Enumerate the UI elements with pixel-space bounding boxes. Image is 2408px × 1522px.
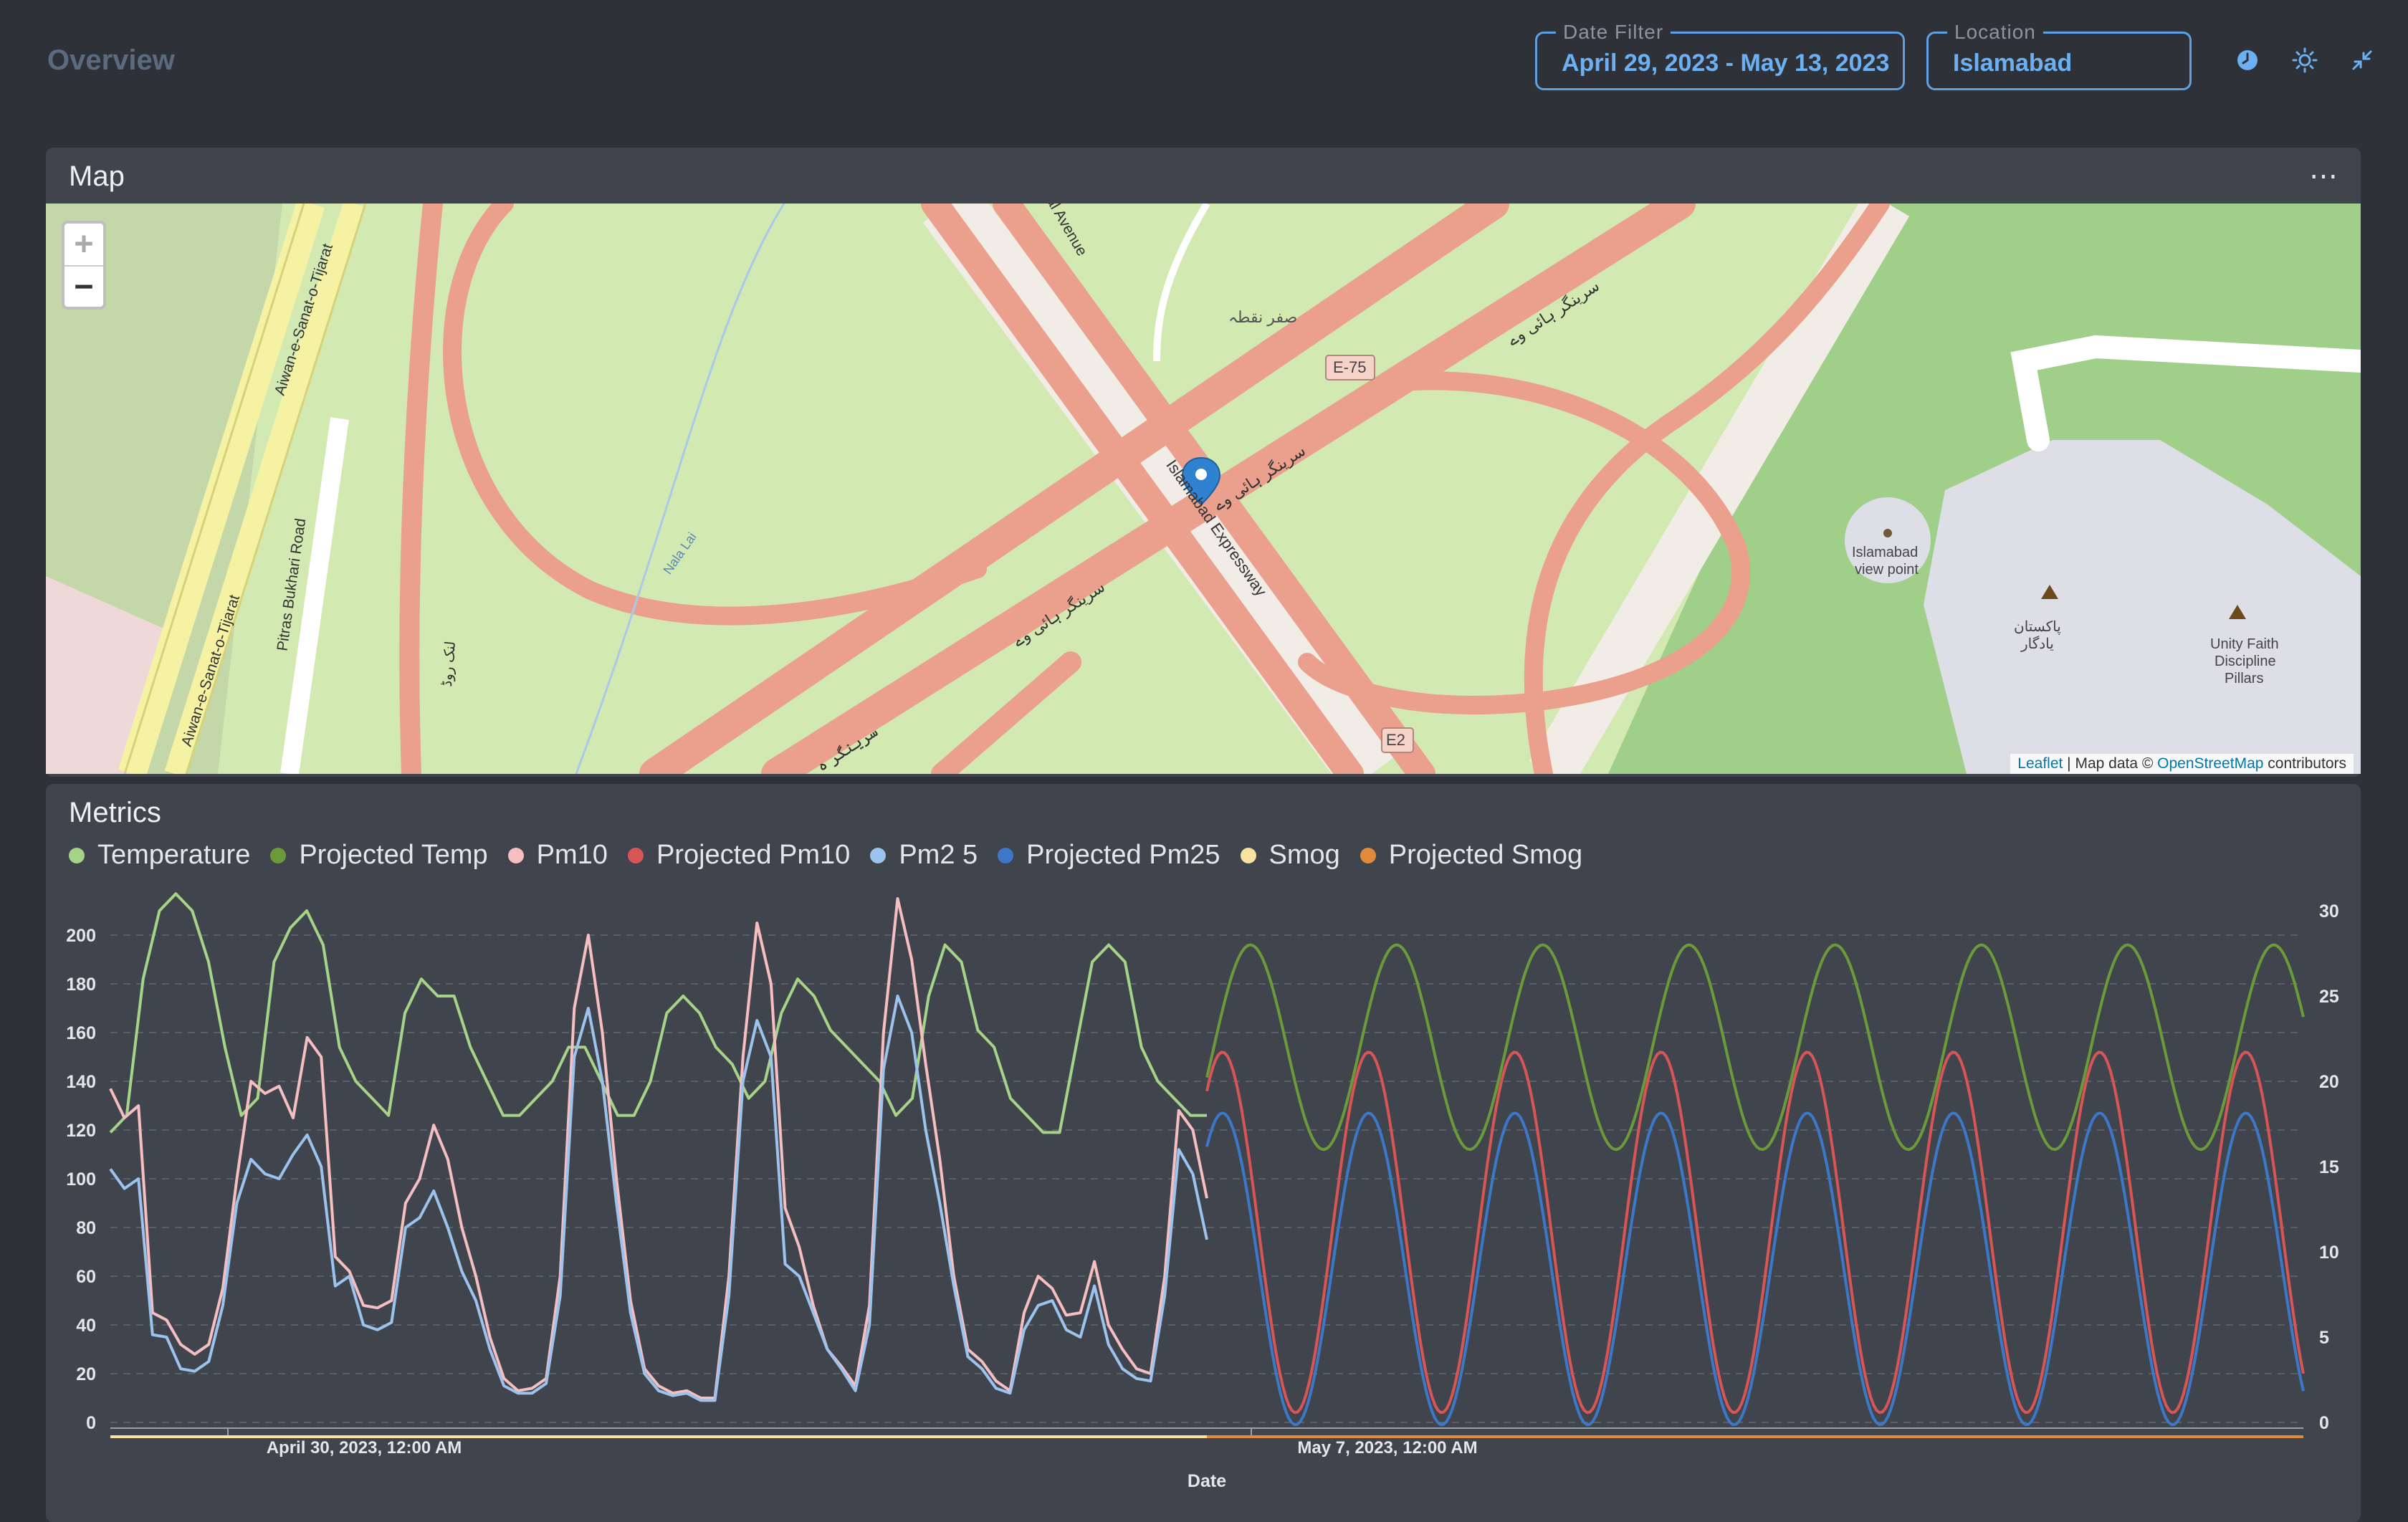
series-projected-temp	[1205, 943, 2305, 1152]
series-pm25	[109, 995, 1208, 1402]
legend-item-pm10[interactable]: Pm10	[507, 840, 608, 871]
zoom-in-button[interactable]: +	[64, 224, 103, 267]
legend-dot	[1240, 847, 1256, 863]
map-panel-title: Map	[69, 161, 125, 192]
map-tiles	[46, 204, 2361, 774]
clock-icon[interactable]	[2233, 46, 2262, 75]
y-axis-left: 0 20 40 60 80 100 120 140 160 180 200	[66, 926, 96, 1433]
y-left-tick-label: 80	[76, 1218, 96, 1238]
legend-label: Projected Smog	[1388, 840, 1583, 870]
y-left-tick-label: 0	[86, 1413, 96, 1433]
legend-label: Projected Pm25	[1026, 840, 1220, 870]
y-right-tick-label: 10	[2319, 1243, 2339, 1263]
x-tick-label: May 7, 2023, 12:00 AM	[1297, 1438, 1477, 1458]
y-left-tick-label: 180	[66, 975, 96, 995]
y-right-tick-label: 5	[2319, 1328, 2329, 1348]
legend-dot	[507, 847, 524, 863]
legend-item-projected-smog[interactable]: Projected Smog	[1360, 840, 1582, 871]
y-right-tick-label: 0	[2319, 1413, 2329, 1433]
metrics-panel-title: Metrics	[69, 797, 161, 828]
map-label-unity-1: Unity Faith	[2210, 636, 2279, 652]
location-filter[interactable]: Location Islamabad	[1926, 21, 2192, 90]
x-tick-label: April 30, 2023, 12:00 AM	[267, 1438, 462, 1458]
legend-dot	[1360, 847, 1376, 863]
legend-label: Projected Pm10	[656, 840, 851, 870]
location-filter-label: Location	[1947, 21, 2043, 44]
legend-label: Pm10	[536, 840, 608, 870]
y-left-tick-label: 120	[66, 1121, 96, 1141]
map-label-unity-2: Discipline	[2214, 654, 2276, 669]
leaflet-link[interactable]: Leaflet	[2017, 755, 2063, 772]
location-filter-value: Islamabad	[1953, 49, 2073, 77]
legend-label: Projected Temp	[299, 840, 488, 870]
map-label-e75: E-75	[1333, 358, 1367, 376]
sun-icon[interactable]	[2290, 46, 2319, 75]
series-pm10	[109, 897, 1208, 1399]
y-right-tick-label: 20	[2319, 1072, 2339, 1092]
x-axis-title: Date	[1188, 1471, 1226, 1491]
chart-legend: Temperature Projected Temp Pm10 Projecte…	[69, 840, 1602, 871]
map-label-pakistan-2: یادگار	[2021, 636, 2054, 652]
legend-item-projected-pm25[interactable]: Projected Pm25	[998, 840, 1220, 871]
legend-dot	[998, 847, 1014, 863]
y-left-tick-label: 20	[76, 1364, 96, 1384]
y-right-tick-label: 15	[2319, 1157, 2339, 1177]
legend-item-pm25[interactable]: Pm2 5	[870, 840, 978, 871]
legend-dot	[270, 847, 287, 863]
map-label-e2: E2	[1386, 731, 1405, 749]
y-left-tick-label: 100	[66, 1169, 96, 1190]
legend-dot	[627, 847, 644, 863]
map-label-viewpoint-2: view point	[1855, 562, 1919, 578]
series-temperature	[109, 892, 1207, 1134]
y-right-tick-label: 25	[2319, 987, 2339, 1007]
legend-dot	[69, 847, 85, 863]
date-filter[interactable]: Date Filter April 29, 2023 - May 13, 202…	[1535, 21, 1905, 90]
map-label-viewpoint-1: Islamabad	[1852, 545, 1919, 560]
attribution-end: contributors	[2263, 755, 2346, 772]
legend-dot	[870, 847, 887, 863]
legend-label: Pm2 5	[899, 840, 978, 870]
osm-link[interactable]: OpenStreetMap	[2157, 755, 2263, 772]
series-projected-pm25	[1205, 1111, 2305, 1427]
attribution-text: | Map data ©	[2063, 755, 2158, 772]
date-filter-value: April 29, 2023 - May 13, 2023	[1562, 49, 1890, 77]
page-title: Overview	[47, 44, 175, 76]
date-filter-label: Date Filter	[1556, 21, 1671, 44]
legend-item-projected-pm10[interactable]: Projected Pm10	[627, 840, 851, 871]
y-left-tick-label: 200	[66, 926, 96, 946]
zoom-control: + −	[62, 221, 106, 310]
map-view[interactable]: E-75 E2 صفر نقطہ سرینگر ہائی وے سرینگر ہ…	[46, 204, 2361, 774]
map-attribution: Leaflet | Map data © OpenStreetMap contr…	[2010, 754, 2354, 774]
legend-item-temperature[interactable]: Temperature	[69, 840, 250, 871]
metrics-chart[interactable]: 0 20 40 60 80 100 120 140 160 180 200 0 5 10 15 20 25 30…	[46, 881, 2361, 1505]
legend-item-projected-temp[interactable]: Projected Temp	[270, 840, 488, 871]
y-left-tick-label: 40	[76, 1316, 96, 1336]
more-options-icon[interactable]: ⋯	[2309, 162, 2339, 191]
collapse-icon[interactable]	[2348, 46, 2376, 75]
map-label-pakistan-1: پاکستان	[2014, 619, 2061, 635]
y-right-tick-label: 30	[2319, 901, 2339, 922]
y-left-tick-label: 140	[66, 1072, 96, 1092]
chart-series	[109, 892, 2305, 1438]
legend-label: Smog	[1268, 840, 1340, 870]
y-left-tick-label: 60	[76, 1267, 96, 1287]
y-axis-right: 0 5 10 15 20 25 30	[2319, 901, 2339, 1433]
map-label-zero-point: صفر نقطہ	[1228, 308, 1298, 326]
zoom-out-button[interactable]: −	[64, 267, 103, 308]
legend-item-smog[interactable]: Smog	[1240, 840, 1340, 871]
y-left-tick-label: 160	[66, 1023, 96, 1043]
legend-label: Temperature	[97, 840, 251, 870]
map-label-unity-3: Pillars	[2225, 671, 2264, 686]
